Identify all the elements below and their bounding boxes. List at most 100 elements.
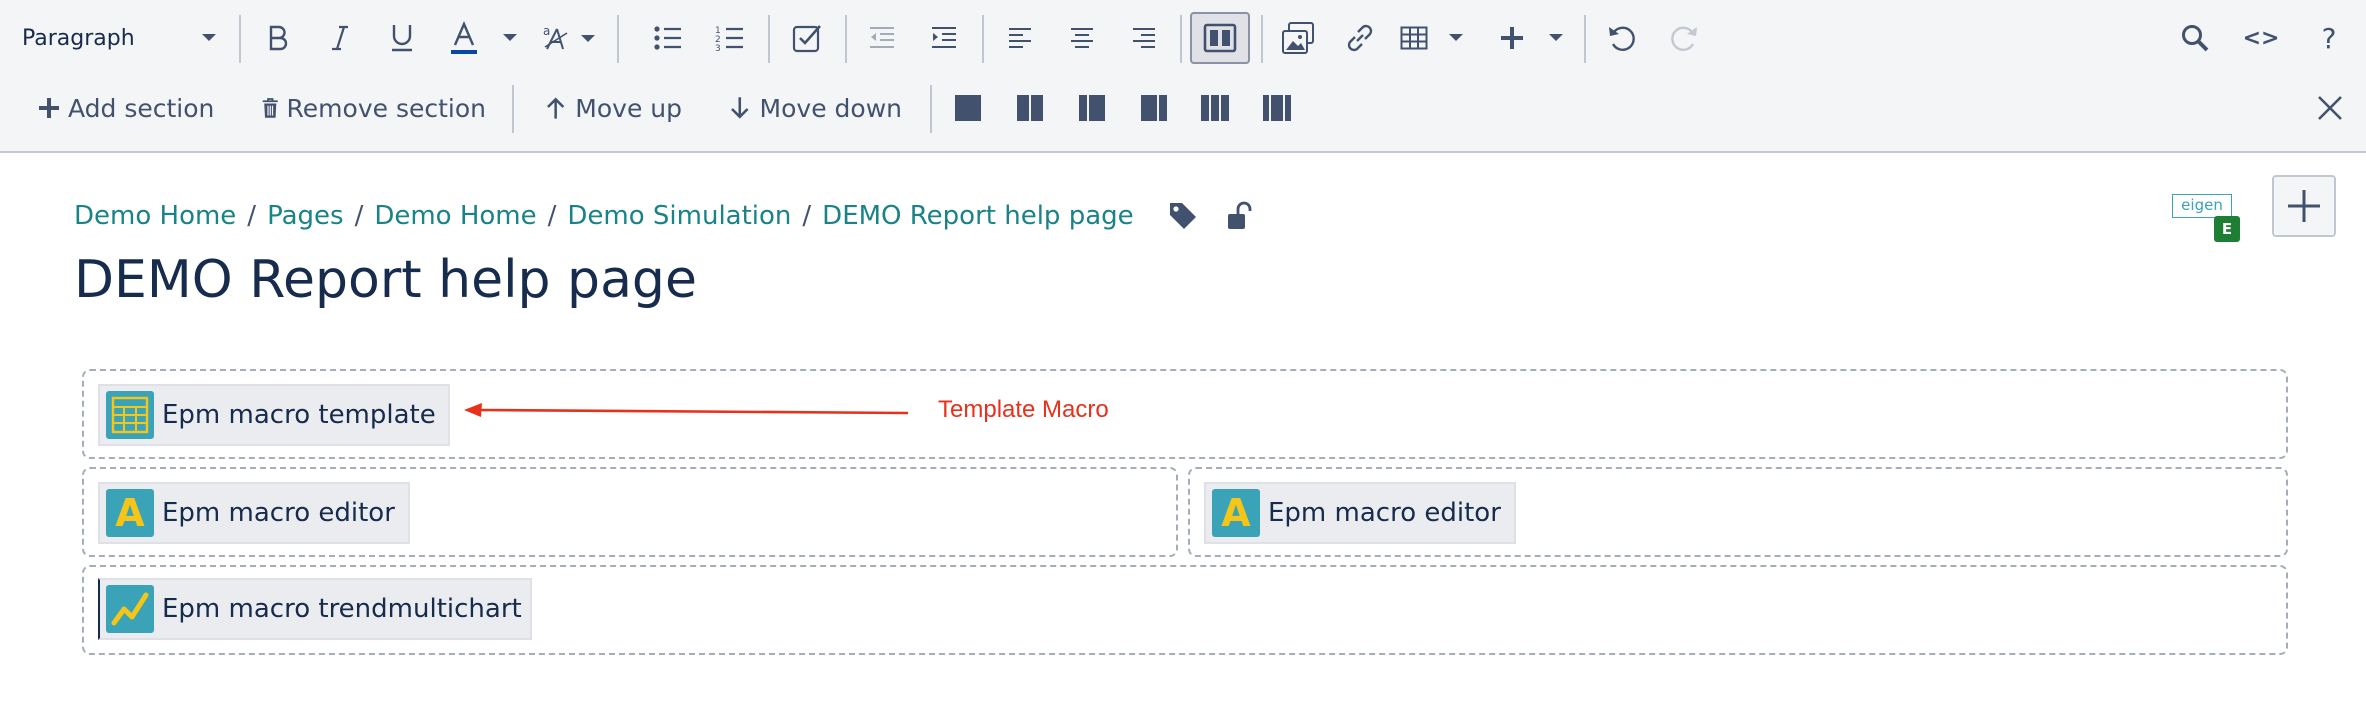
trend-chart-icon — [106, 585, 154, 633]
move-up-button[interactable]: Move up — [546, 73, 682, 143]
outdent-icon — [870, 27, 894, 48]
find-replace-button[interactable] — [2174, 3, 2216, 73]
breadcrumb-link[interactable]: Demo Home — [74, 201, 236, 231]
labels-button[interactable] — [1168, 201, 1198, 231]
task-list-button[interactable] — [785, 3, 829, 73]
insert-more-button[interactable] — [1500, 3, 1564, 73]
redo-button[interactable] — [1664, 3, 1704, 73]
letter-a-icon: A — [106, 489, 154, 537]
breadcrumb: Demo Home / Pages / Demo Home / Demo Sim… — [74, 196, 1252, 236]
layout-three-column-icon — [1201, 95, 1229, 121]
outdent-button[interactable] — [862, 3, 902, 73]
layout-left-sidebar-button[interactable] — [1076, 73, 1108, 143]
insert-table-button[interactable] — [1400, 3, 1464, 73]
code-icon: <> — [2242, 25, 2280, 51]
toolbar-divider — [982, 15, 984, 63]
breadcrumb-link[interactable]: Pages — [267, 201, 344, 231]
more-formatting-button[interactable]: a — [536, 3, 598, 73]
breadcrumb-link[interactable]: Demo Home — [374, 201, 536, 231]
bold-button[interactable] — [256, 3, 300, 73]
add-section-label: Add section — [68, 93, 215, 123]
macro-placeholder-trendmultichart[interactable]: Epm macro trendmultichart — [98, 578, 532, 640]
arrow-down-icon — [731, 97, 749, 119]
chevron-down-icon — [1449, 34, 1463, 41]
close-layout-toolbar-button[interactable] — [2316, 73, 2344, 143]
help-icon: ? — [2321, 21, 2337, 55]
letter-a-glyph: A — [115, 491, 145, 535]
add-content-button[interactable] — [2272, 175, 2336, 237]
remove-section-button[interactable]: Remove section — [262, 73, 486, 143]
align-left-button[interactable] — [1000, 3, 1040, 73]
svg-text:3: 3 — [715, 44, 721, 52]
source-editor-button[interactable]: <> — [2240, 3, 2282, 73]
help-button[interactable]: ? — [2312, 3, 2346, 73]
breadcrumb-link[interactable]: Demo Simulation — [567, 201, 791, 231]
page-layout-icon-wrap — [1190, 3, 1250, 73]
underline-button[interactable] — [380, 3, 424, 73]
restrictions-button[interactable] — [1226, 201, 1252, 231]
paragraph-style-select[interactable]: Paragraph — [22, 3, 218, 73]
eigen-logo[interactable]: eigen E — [2172, 192, 2242, 244]
toolbar-row-layout: Add section Remove section Move up Move … — [0, 73, 2366, 143]
underline-icon — [392, 25, 412, 52]
insert-link-button[interactable] — [1338, 3, 1382, 73]
move-down-button[interactable]: Move down — [730, 73, 902, 143]
macro-label: Epm macro editor — [1268, 498, 1501, 528]
layout-two-equal-button[interactable] — [1014, 73, 1046, 143]
page-title[interactable]: DEMO Report help page — [74, 250, 697, 310]
toolbar-divider — [845, 15, 847, 63]
undo-icon — [1609, 26, 1635, 51]
remove-section-label: Remove section — [286, 93, 486, 123]
italic-icon — [332, 25, 348, 51]
layout-right-sidebar-icon — [1141, 95, 1167, 121]
layout-three-sidebars-button[interactable] — [1260, 73, 1294, 143]
toolbar-divider — [512, 85, 514, 133]
letter-a-glyph: A — [1221, 491, 1251, 535]
macro-label: Epm macro template — [162, 400, 436, 430]
macro-label: Epm macro trendmultichart — [162, 594, 522, 624]
annotation-label: Template Macro — [938, 396, 1109, 423]
align-center-button[interactable] — [1062, 3, 1102, 73]
chevron-down-icon — [202, 34, 216, 41]
layout-right-sidebar-button[interactable] — [1138, 73, 1170, 143]
align-right-icon — [1133, 28, 1155, 48]
paragraph-style-label: Paragraph — [22, 25, 135, 51]
breadcrumb-separator: / — [354, 201, 364, 231]
bullet-list-button[interactable] — [648, 3, 688, 73]
chevron-down-icon — [503, 34, 517, 41]
numbered-list-icon: 123 — [715, 26, 743, 52]
macro-placeholder-template[interactable]: Epm macro template — [98, 384, 450, 446]
indent-button[interactable] — [924, 3, 964, 73]
letter-a-icon: A — [1212, 489, 1260, 537]
toolbar-divider — [1180, 15, 1182, 63]
editor-toolbar: Paragraph a 123 <> ? Add section Remove … — [0, 0, 2366, 153]
breadcrumb-separator: / — [247, 201, 257, 231]
text-color-dropdown[interactable] — [498, 3, 522, 73]
align-right-button[interactable] — [1124, 3, 1164, 73]
align-left-icon — [1009, 28, 1031, 48]
insert-image-button[interactable] — [1276, 3, 1320, 73]
align-center-icon — [1071, 28, 1093, 48]
numbered-list-button[interactable]: 123 — [710, 3, 750, 73]
text-color-button[interactable] — [444, 3, 484, 73]
layout-left-sidebar-icon — [1079, 95, 1105, 121]
toolbar-divider — [930, 85, 932, 133]
plus-icon — [39, 98, 59, 118]
unlock-icon — [1227, 201, 1252, 229]
eigen-badge: E — [2214, 216, 2240, 242]
add-section-button[interactable]: Add section — [38, 73, 224, 143]
undo-button[interactable] — [1602, 3, 1642, 73]
layout-single-icon — [955, 95, 981, 121]
arrow-up-icon — [547, 97, 565, 119]
move-up-label: Move up — [575, 93, 682, 123]
layout-three-column-button[interactable] — [1198, 73, 1232, 143]
redo-icon — [1671, 26, 1697, 51]
bullet-list-icon — [654, 26, 681, 50]
macro-placeholder-editor[interactable]: A Epm macro editor — [1204, 482, 1516, 544]
layout-single-column-button[interactable] — [952, 73, 984, 143]
macro-placeholder-editor[interactable]: A Epm macro editor — [98, 482, 410, 544]
breadcrumb-separator: / — [547, 201, 557, 231]
italic-button[interactable] — [318, 3, 362, 73]
breadcrumb-link[interactable]: DEMO Report help page — [822, 201, 1133, 231]
annotation-arrow — [464, 403, 909, 417]
